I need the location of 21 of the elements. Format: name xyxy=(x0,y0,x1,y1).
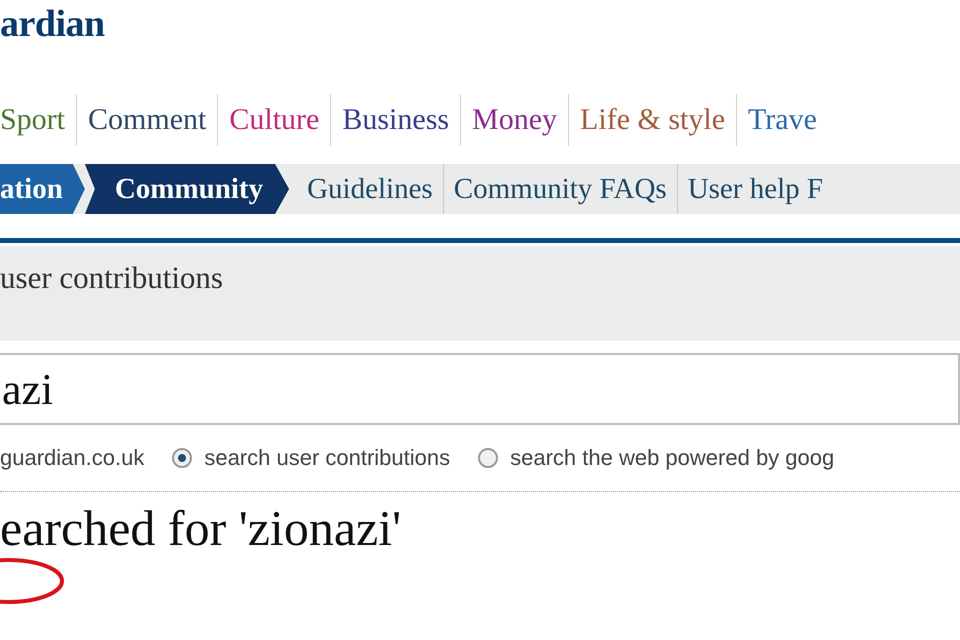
search-field[interactable]: azi xyxy=(0,353,960,425)
breadcrumb-tab[interactable]: ation xyxy=(0,164,85,214)
subnav-link[interactable]: Guidelines xyxy=(289,164,443,214)
option-label[interactable]: search user contributions xyxy=(204,445,450,471)
panel-title: user contributions xyxy=(0,259,223,296)
section-link[interactable]: Comment xyxy=(76,94,218,146)
section-link[interactable]: Life & style xyxy=(568,94,736,146)
subnav-link[interactable]: User help F xyxy=(676,164,834,214)
section-link[interactable]: Culture xyxy=(217,94,330,146)
breadcrumb-tab[interactable]: Community xyxy=(84,164,290,214)
radio-button[interactable] xyxy=(478,448,498,468)
section-link[interactable]: Sport xyxy=(0,94,76,146)
section-link[interactable]: Business xyxy=(330,94,460,146)
subnav-link[interactable]: Community FAQs xyxy=(442,164,677,214)
results-heading: earched for 'zionazi' xyxy=(0,499,402,556)
section-link[interactable]: Trave xyxy=(736,94,828,146)
site-logo[interactable]: ardian xyxy=(0,0,105,46)
option-label: guardian.co.uk xyxy=(0,445,144,471)
section-link[interactable]: Money xyxy=(460,94,568,146)
radio-button[interactable] xyxy=(172,448,192,468)
option-label[interactable]: search the web powered by goog xyxy=(510,445,834,471)
